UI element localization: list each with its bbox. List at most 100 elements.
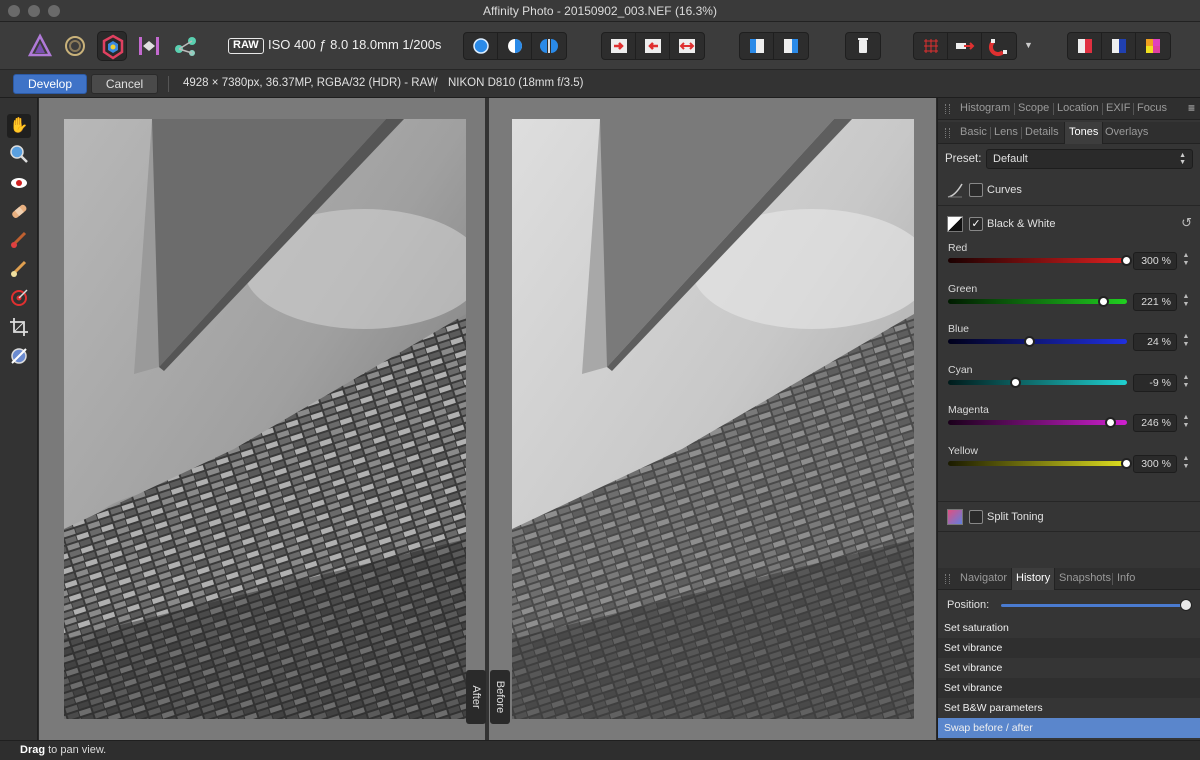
close-window-button[interactable]: [8, 5, 20, 17]
curves-checkbox[interactable]: [969, 183, 983, 197]
brush-tool[interactable]: [7, 228, 31, 252]
slider-track[interactable]: [948, 339, 1127, 345]
single-view-icon: [473, 38, 489, 54]
cancel-button[interactable]: Cancel: [91, 74, 158, 94]
split-divider[interactable]: [485, 98, 489, 740]
copy-to-left-button[interactable]: [636, 33, 670, 59]
history-item[interactable]: Swap before / after: [938, 718, 1200, 738]
view-tool[interactable]: ✋: [7, 114, 31, 138]
single-view-button[interactable]: [464, 33, 498, 59]
stepper-icon[interactable]: ▲ ▼: [1181, 414, 1191, 432]
white-balance-tool[interactable]: [7, 344, 31, 368]
color-studio-button[interactable]: [1136, 33, 1170, 59]
history-position-knob[interactable]: [1180, 599, 1192, 611]
clipping-button[interactable]: [846, 33, 880, 59]
minimize-window-button[interactable]: [28, 5, 40, 17]
history-item[interactable]: Set vibrance: [938, 638, 1200, 658]
history-item[interactable]: Set vibrance: [938, 658, 1200, 678]
stepper-icon[interactable]: ▲ ▼: [1181, 455, 1191, 473]
tab-info[interactable]: Info: [1117, 572, 1135, 584]
tab-separator: [1021, 127, 1022, 139]
export-persona-button[interactable]: [171, 31, 201, 61]
slider-track[interactable]: [948, 258, 1127, 263]
history-item[interactable]: Set vibrance: [938, 678, 1200, 698]
snapping-button[interactable]: [982, 33, 1016, 59]
slider-knob[interactable]: [1104, 417, 1116, 429]
tab-exif[interactable]: EXIF: [1106, 102, 1130, 114]
slider-track[interactable]: [948, 379, 1127, 385]
after-photo: [64, 119, 466, 719]
move-arrow-button[interactable]: [948, 33, 982, 59]
tab-histogram[interactable]: Histogram: [960, 102, 1010, 114]
history-item[interactable]: Set B&W parameters: [938, 698, 1200, 718]
stepper-icon[interactable]: ▲ ▼: [1181, 252, 1191, 270]
black-white-checkbox[interactable]: ✓: [969, 217, 983, 231]
develop-button[interactable]: Develop: [13, 74, 87, 94]
crop-tool[interactable]: [7, 315, 31, 339]
slider-knob[interactable]: [1010, 376, 1022, 388]
erase-brush-tool[interactable]: [7, 257, 31, 281]
snapping-dropdown-icon[interactable]: ▼: [1024, 40, 1033, 50]
preset-select[interactable]: Default ▲ ▼: [986, 149, 1193, 169]
tab-scope[interactable]: Scope: [1018, 102, 1049, 114]
layout-right-button[interactable]: [774, 33, 808, 59]
panel-grip-icon[interactable]: [945, 104, 950, 114]
mirror-view-button[interactable]: [532, 33, 566, 59]
stepper-icon[interactable]: ▲ ▼: [1181, 293, 1191, 311]
tab-overlays[interactable]: Overlays: [1105, 126, 1148, 138]
photo-persona-button[interactable]: [25, 31, 55, 61]
slider-knob[interactable]: [1121, 255, 1132, 266]
liquify-persona-button[interactable]: [60, 31, 90, 61]
tab-details[interactable]: Details: [1025, 126, 1059, 138]
tab-tones[interactable]: Tones: [1064, 122, 1104, 144]
document-canvas[interactable]: After Before: [39, 98, 936, 740]
tone-mapping-persona-button[interactable]: [134, 31, 164, 61]
history-item[interactable]: Set saturation: [938, 618, 1200, 638]
tab-basic[interactable]: Basic: [960, 126, 987, 138]
slider-track[interactable]: [948, 461, 1127, 466]
gradient-tool[interactable]: [7, 286, 31, 310]
stepper-icon[interactable]: ▲ ▼: [1181, 374, 1191, 392]
right-studio-button[interactable]: [1102, 33, 1136, 59]
adjust-panel-tabs: Basic Lens Details Tones Overlays: [938, 122, 1200, 144]
tab-lens[interactable]: Lens: [994, 126, 1018, 138]
history-position-slider[interactable]: [1001, 604, 1187, 607]
arrow-right-icon: [611, 39, 627, 53]
tab-snapshots[interactable]: Snapshots: [1059, 572, 1111, 584]
slider-value-field[interactable]: 246 %: [1133, 414, 1177, 433]
slider-value-field[interactable]: 221 %: [1133, 292, 1177, 311]
color-studio-icon: [1146, 39, 1160, 53]
zoom-tool[interactable]: [7, 142, 31, 166]
stepper-icon[interactable]: ▲ ▼: [1181, 333, 1191, 351]
slider-value-field[interactable]: 300 %: [1133, 455, 1177, 473]
grid-button[interactable]: [914, 33, 948, 59]
split-toning-checkbox[interactable]: [969, 510, 983, 524]
tab-focus[interactable]: Focus: [1137, 102, 1167, 114]
tab-history[interactable]: History: [1011, 568, 1056, 590]
slider-value-field[interactable]: 24 %: [1133, 333, 1177, 352]
split-view-button[interactable]: [498, 33, 532, 59]
tab-location[interactable]: Location: [1057, 102, 1099, 114]
slider-track[interactable]: [948, 420, 1127, 426]
slider-value-field[interactable]: 300 %: [1133, 252, 1177, 270]
right-studio-icon: [1112, 39, 1126, 53]
copy-to-right-button[interactable]: [602, 33, 636, 59]
swap-before-after-button[interactable]: [670, 33, 704, 59]
zoom-window-button[interactable]: [48, 5, 60, 17]
tab-navigator[interactable]: Navigator: [960, 572, 1007, 584]
panel-grip-icon[interactable]: [945, 574, 950, 584]
slider-value-field[interactable]: -9 %: [1133, 373, 1177, 392]
blemish-tool[interactable]: [7, 199, 31, 223]
left-studio-button[interactable]: [1068, 33, 1102, 59]
develop-persona-button[interactable]: [97, 31, 127, 61]
slider-knob[interactable]: [1097, 295, 1109, 307]
panel-grip-icon[interactable]: [945, 128, 950, 138]
photo-persona-icon: [27, 33, 53, 57]
crop-icon: [10, 318, 28, 336]
layout-left-button[interactable]: [740, 33, 774, 59]
slider-knob[interactable]: [1121, 458, 1132, 469]
red-eye-tool[interactable]: [7, 171, 31, 195]
panel-menu-icon[interactable]: ≡: [1188, 101, 1195, 115]
reset-icon[interactable]: ↺: [1181, 215, 1192, 231]
slider-knob[interactable]: [1024, 336, 1036, 348]
